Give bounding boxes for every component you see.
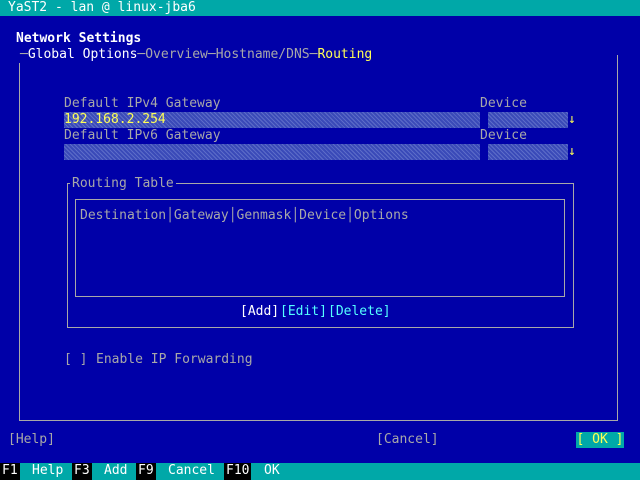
ipv4-device-arrow-icon[interactable]: ↓ [568, 112, 576, 128]
tab-separator: ─ [207, 47, 216, 62]
ip-forwarding-checkbox[interactable]: [ ] [64, 352, 87, 368]
ipv6-device-label: Device [480, 128, 527, 143]
ipv4-device-combo[interactable] [488, 112, 568, 128]
ipv4-device-label: Device [480, 96, 527, 111]
tab-routing[interactable]: Routing [317, 47, 372, 62]
ipv6-gateway-label: Default IPv6 Gateway [64, 128, 221, 143]
tab-global-options[interactable]: Global Options [28, 47, 138, 62]
cancel-button[interactable]: [Cancel] [376, 432, 439, 448]
f9-label[interactable]: Cancel [168, 463, 215, 479]
ip-forwarding-label[interactable]: Enable IP Forwarding [96, 352, 253, 368]
tab-bar: ─Global Options─Overview─Hostname/DNS─Ro… [16, 47, 373, 63]
tab-hostname-dns[interactable]: Hostname/DNS [216, 47, 310, 62]
edit-button[interactable]: [Edit] [280, 304, 327, 320]
function-key-bar: F1 Help F3 Add F9 Cancel F10 OK [0, 463, 640, 480]
f9-key[interactable]: F9 [136, 463, 156, 480]
tab-separator: ─ [20, 47, 28, 62]
ok-button[interactable]: [ OK ] [576, 432, 624, 448]
f1-label[interactable]: Help [32, 463, 63, 479]
f10-label[interactable]: OK [264, 463, 280, 479]
f3-key[interactable]: F3 [72, 463, 92, 480]
f3-label[interactable]: Add [104, 463, 127, 479]
delete-button[interactable]: [Delete] [328, 304, 391, 320]
ipv4-gateway-input[interactable]: 192.168.2.254 [64, 112, 480, 128]
tab-overview[interactable]: Overview [145, 47, 208, 62]
routing-table-title: Routing Table [70, 176, 176, 192]
help-button[interactable]: [Help] [8, 432, 55, 448]
page-title: Network Settings [16, 31, 142, 46]
ipv6-device-combo[interactable] [488, 144, 568, 160]
f1-key[interactable]: F1 [0, 463, 20, 480]
ipv6-device-arrow-icon[interactable]: ↓ [568, 144, 576, 160]
ipv4-gateway-value: 192.168.2.254 [64, 112, 166, 127]
ipv4-gateway-label: Default IPv4 Gateway [64, 96, 221, 111]
window-title: YaST2 - lan @ linux-jba6 [8, 0, 196, 15]
window-title-bar: YaST2 - lan @ linux-jba6 [0, 0, 640, 16]
add-button[interactable]: [Add] [240, 304, 279, 320]
f10-key[interactable]: F10 [224, 463, 252, 480]
ipv6-gateway-input[interactable] [64, 144, 480, 160]
routing-table-header[interactable]: Destination│Gateway│Genmask│Device│Optio… [80, 208, 409, 224]
